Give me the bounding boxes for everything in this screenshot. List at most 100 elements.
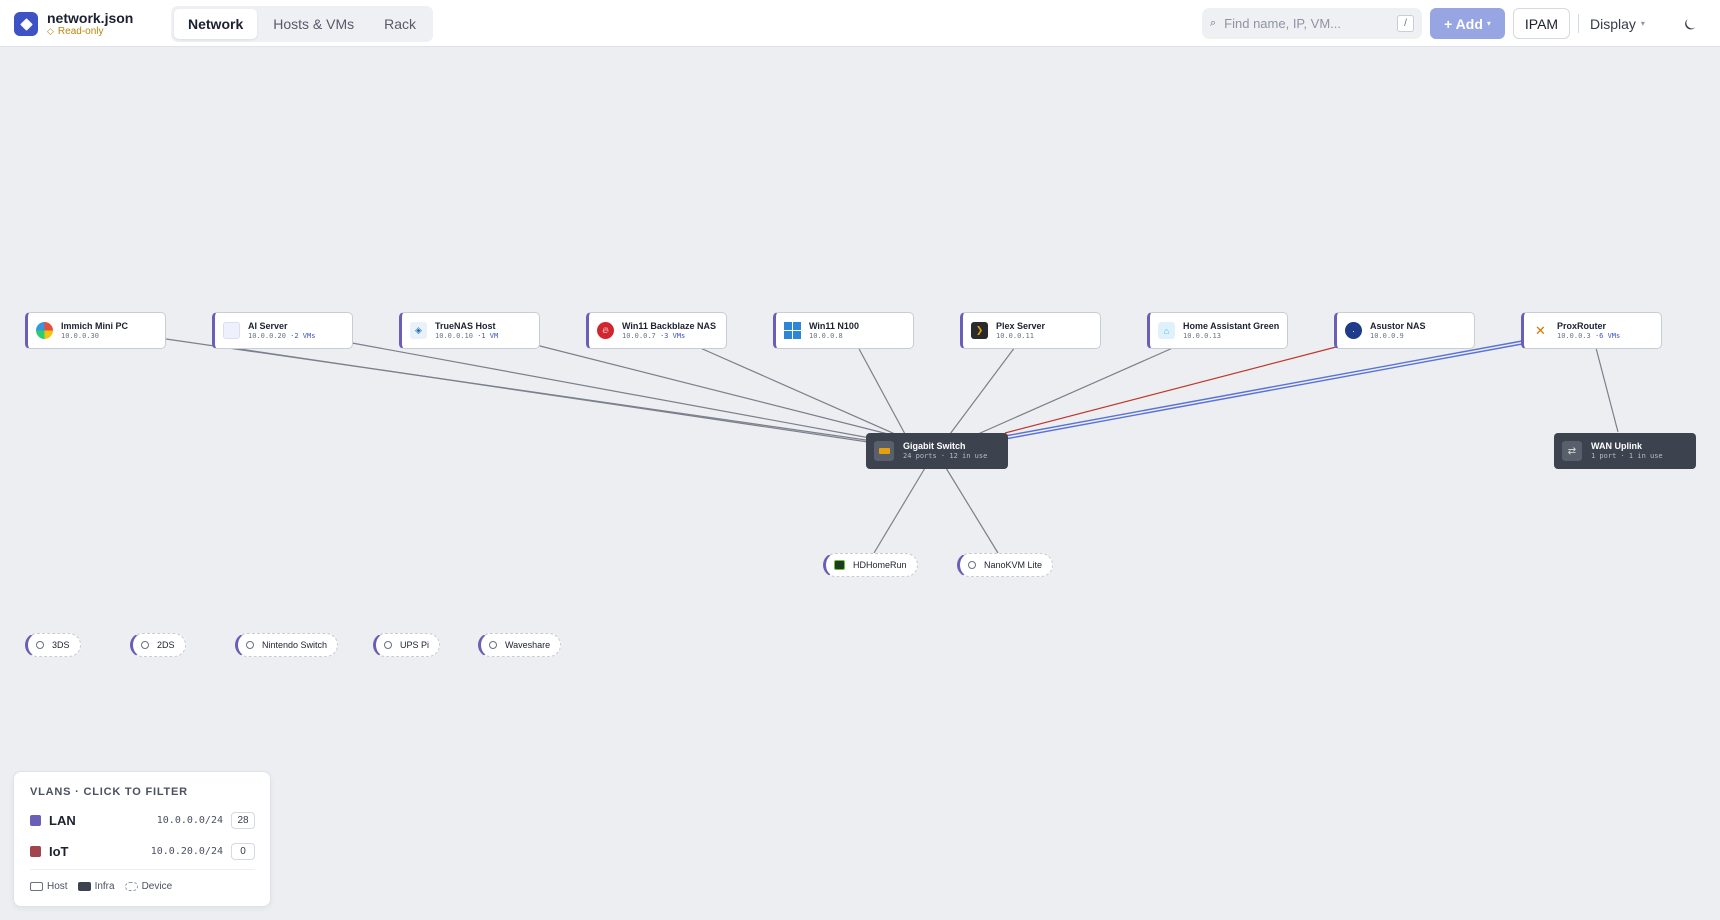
windows-icon [784,322,801,339]
tab-hosts-vms[interactable]: Hosts & VMs [259,9,368,39]
vlan-name: LAN [49,812,76,828]
device-node-waveshare[interactable]: Waveshare [478,633,562,657]
host-ip: 10.0.0.9 [1370,331,1404,340]
host-name: Immich Mini PC [61,320,129,331]
device-node-nintendo-switch[interactable]: Nintendo Switch [235,633,339,657]
host-node-truenas-host[interactable]: ◈ TrueNAS Host 10.0.0.10 ·1 VM [399,312,540,349]
vlan-color-swatch [30,814,41,826]
truenas-icon: ◈ [410,322,427,339]
add-button-label: + Add [1444,15,1483,32]
link-plex-switch [949,346,1016,435]
vlan-panel-title: VLANS · CLICK TO FILTER [30,786,188,798]
link-ai-server-switch-1 [351,342,871,439]
search-box: ⌕ / [1202,8,1422,39]
device-ring-icon [384,641,392,649]
server-icon [223,322,240,339]
device-node-2ds[interactable]: 2DS [130,633,186,657]
host-name: Plex Server [996,320,1046,331]
backblaze-icon: 🔥︎ [597,322,614,339]
legend-item-host: Host [30,881,68,892]
infra-node-gigabit-switch[interactable]: Gigabit Switch 24 ports · 12 in use [866,433,1008,469]
host-ip: 10.0.0.3 [1557,331,1591,340]
asustor-icon: · [1345,322,1362,339]
link-home-assistant-switch [977,346,1176,435]
device-name: UPS Pi [400,640,430,650]
switch-icon [874,441,894,461]
host-vm-count: ·3 VMs [659,331,686,340]
host-node-asustor-nas[interactable]: · Asustor NAS 10.0.0.9 [1334,312,1475,349]
device-name: 3DS [52,640,70,650]
toolbar-divider [1578,14,1579,33]
host-ip: 10.0.0.20 [248,331,286,340]
host-name: AI Server [248,320,288,331]
top-bar: network.json ◇ Read-only Network Hosts &… [0,0,1720,47]
chevron-down-icon: ▾ [1640,19,1645,28]
link-ai-server-switch-2 [232,347,869,443]
host-ip: 10.0.0.13 [1183,331,1221,340]
vlan-panel-divider [30,869,255,870]
host-node-win11-backblaze-nas[interactable]: 🔥︎ Win11 Backblaze NAS 10.0.0.7 ·3 VMs [586,312,727,349]
host-ip: 10.0.0.7 [622,331,656,340]
dark-mode-toggle[interactable] [1679,13,1701,35]
host-node-ai-server[interactable]: AI Server 10.0.0.20 ·2 VMs [212,312,353,349]
host-node-home-assistant-green[interactable]: ⌂ Home Assistant Green 10.0.0.13 [1147,312,1288,349]
chevron-down-icon: ▾ [1486,19,1491,28]
ipam-button[interactable]: IPAM [1513,8,1570,39]
device-node-3ds[interactable]: 3DS [25,633,81,657]
app-logo-icon [14,12,38,36]
plex-icon: ❯ [971,322,988,339]
infra-name: Gigabit Switch [903,441,966,451]
legend-label: Infra [94,881,115,892]
host-name: Asustor NAS [1370,320,1426,331]
search-icon: ⌕ [1210,17,1217,29]
infra-swatch-icon [77,882,91,891]
add-button[interactable]: + Add ▾ [1430,8,1505,39]
host-name: Home Assistant Green [1183,320,1280,331]
device-ring-icon [141,641,149,649]
link-proxrouter-switch-1 [1004,340,1523,437]
host-vm-count: ·1 VM [477,331,499,340]
legend-label: Device [141,881,173,892]
home-assistant-icon: ⌂ [1158,322,1175,339]
vlan-panel: VLANS · CLICK TO FILTER LAN 10.0.0.0/24 … [13,771,271,907]
moon-icon [1684,18,1695,29]
tab-rack[interactable]: Rack [370,9,430,39]
host-name: ProxRouter [1557,320,1607,331]
vlan-cidr: 10.0.20.0/24 [150,845,223,857]
infra-name: WAN Uplink [1591,441,1642,451]
tab-network[interactable]: Network [174,9,258,39]
diamond-outline-icon: ◇ [47,26,54,36]
link-asustor-switch [1004,346,1337,434]
display-menu-button[interactable]: Display ▾ [1590,8,1645,39]
device-name: Waveshare [505,640,551,650]
vlan-row-iot[interactable]: IoT 10.0.20.0/24 0 [30,841,255,861]
host-ip: 10.0.0.30 [61,331,99,340]
host-node-plex-server[interactable]: ❯ Plex Server 10.0.0.11 [960,312,1101,349]
link-proxrouter-switch-2 [1004,343,1523,440]
uplink-icon: ⇄ [1562,441,1582,461]
device-node-hdhomerun[interactable]: HDHomeRun [823,553,918,577]
hdhomerun-icon [834,560,845,570]
device-ring-icon [489,641,497,649]
file-name: network.json [47,10,134,26]
immich-icon [36,322,53,339]
host-node-immich-mini-pc[interactable]: Immich Mini PC 10.0.0.30 [25,312,166,349]
host-node-win11-n100[interactable]: Win11 N100 10.0.0.8 [773,312,914,349]
vlan-row-lan[interactable]: LAN 10.0.0.0/24 28 [30,810,255,830]
vlan-color-swatch [30,845,41,857]
link-truenas-switch [535,344,889,435]
device-name: 2DS [157,640,175,650]
host-name: Win11 N100 [809,320,859,331]
infra-node-wan-uplink[interactable]: ⇄ WAN Uplink 1 port · 1 in use [1554,433,1696,469]
device-node-nanokvm-lite[interactable]: NanoKVM Lite [957,553,1054,577]
search-input[interactable] [1224,16,1385,31]
device-name: HDHomeRun [853,560,907,570]
host-vm-count: ·2 VMs [290,331,316,340]
node-type-legend: Host Infra Device [30,881,172,892]
link-switch-nanokvm [945,467,999,554]
vlan-name: IoT [49,843,69,859]
device-node-ups-pi[interactable]: UPS Pi [373,633,441,657]
view-tabs: Network Hosts & VMs Rack [171,6,434,42]
host-node-proxrouter[interactable]: ✕ ProxRouter 10.0.0.3 ·6 VMs [1521,312,1662,349]
legend-item-device: Device [124,881,173,892]
